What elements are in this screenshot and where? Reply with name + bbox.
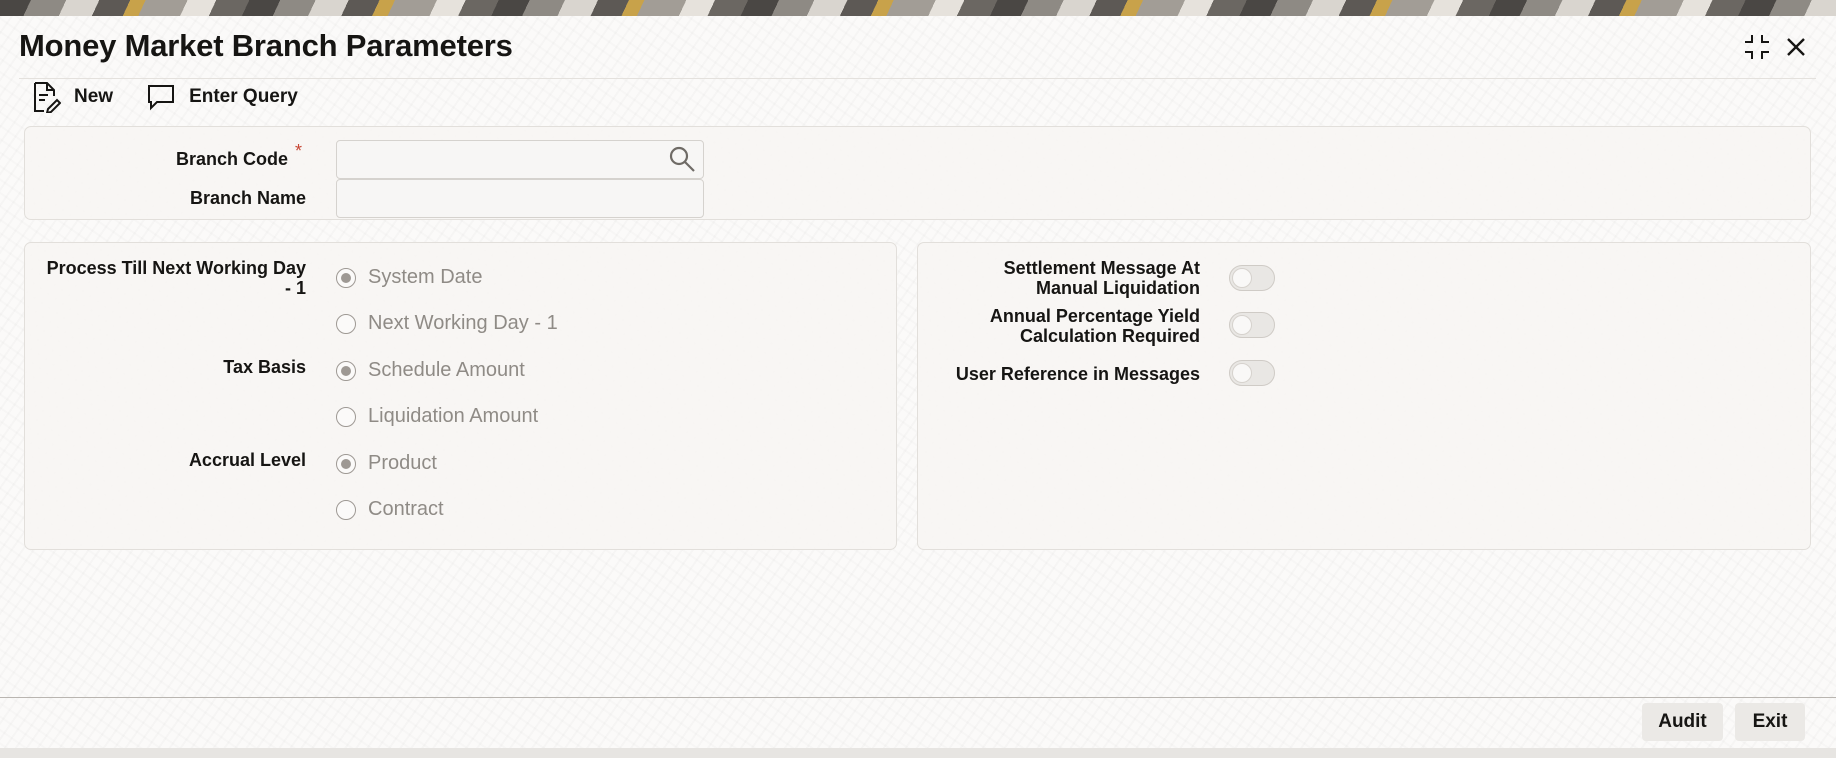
required-marker: *: [295, 141, 303, 161]
branch-name-label: Branch Name: [189, 188, 306, 208]
exit-button[interactable]: Exit: [1735, 703, 1805, 741]
radio-label: Contract: [368, 498, 444, 520]
page-title: Money Market Branch Parameters: [19, 28, 513, 63]
user-reference-label: User Reference in Messages: [955, 364, 1200, 384]
process-till-label-line2: - 1: [284, 278, 306, 298]
radio-label: Product: [368, 452, 437, 474]
tax-basis-label: Tax Basis: [223, 357, 306, 377]
accrual-level-label: Accrual Level: [188, 450, 306, 470]
branch-code-input[interactable]: [336, 140, 704, 179]
radio-unselected-icon: [336, 313, 356, 334]
collapse-button[interactable]: [1740, 30, 1774, 64]
radio-liquidation-amount[interactable]: Liquidation Amount: [336, 405, 538, 428]
toggle-knob: [1232, 268, 1252, 288]
radio-label: Next Working Day - 1: [368, 312, 558, 334]
process-till-label-line1: Process Till Next Working Day: [46, 258, 306, 278]
radio-contract[interactable]: Contract: [336, 498, 444, 521]
user-reference-toggle[interactable]: [1229, 360, 1275, 386]
settlement-message-toggle[interactable]: [1229, 265, 1275, 291]
radio-label: System Date: [368, 266, 483, 288]
new-button[interactable]: New: [30, 79, 113, 115]
radio-unselected-icon: [336, 499, 356, 520]
toolbar: New Enter Query: [30, 78, 330, 116]
toggle-knob: [1232, 363, 1252, 383]
radio-selected-icon: [336, 267, 356, 288]
radio-next-working-day[interactable]: Next Working Day - 1: [336, 312, 558, 335]
apy-label-line2: Calculation Required: [1019, 326, 1200, 346]
branch-code-label: Branch Code: [175, 149, 288, 169]
apy-calculation-toggle[interactable]: [1229, 312, 1275, 338]
collapse-icon: [1745, 35, 1769, 59]
speech-bubble-icon: [145, 81, 177, 113]
bottom-strip: [0, 748, 1836, 758]
top-banner: [0, 0, 1836, 16]
branch-name-input[interactable]: [336, 179, 704, 218]
enter-query-label: Enter Query: [189, 86, 298, 107]
radio-system-date[interactable]: System Date: [336, 266, 482, 289]
branch-code-search-button[interactable]: [665, 142, 699, 176]
apy-label-line1: Annual Percentage Yield: [989, 306, 1200, 326]
search-icon: [669, 146, 695, 172]
radio-schedule-amount[interactable]: Schedule Amount: [336, 359, 525, 382]
close-button[interactable]: [1779, 30, 1813, 64]
close-icon: [1787, 38, 1805, 56]
audit-button[interactable]: Audit: [1642, 703, 1723, 741]
radio-unselected-icon: [336, 406, 356, 427]
new-label: New: [74, 86, 114, 107]
enter-query-button[interactable]: Enter Query: [145, 79, 298, 115]
radio-label: Liquidation Amount: [368, 405, 539, 427]
settlement-message-label: Settlement Message At Manual Liquidation: [930, 258, 1200, 298]
radio-selected-icon: [336, 360, 356, 381]
radio-label: Schedule Amount: [368, 359, 525, 381]
settlement-label-line2: Manual Liquidation: [1036, 278, 1200, 298]
radio-product[interactable]: Product: [336, 452, 437, 475]
apy-calculation-label: Annual Percentage Yield Calculation Requ…: [930, 306, 1200, 346]
footer-divider: [0, 697, 1836, 698]
toggle-knob: [1232, 315, 1252, 335]
settlement-label-line1: Settlement Message At: [1003, 258, 1200, 278]
process-till-label: Process Till Next Working Day - 1: [30, 258, 306, 298]
radio-selected-icon: [336, 453, 356, 474]
new-document-icon: [30, 81, 62, 113]
